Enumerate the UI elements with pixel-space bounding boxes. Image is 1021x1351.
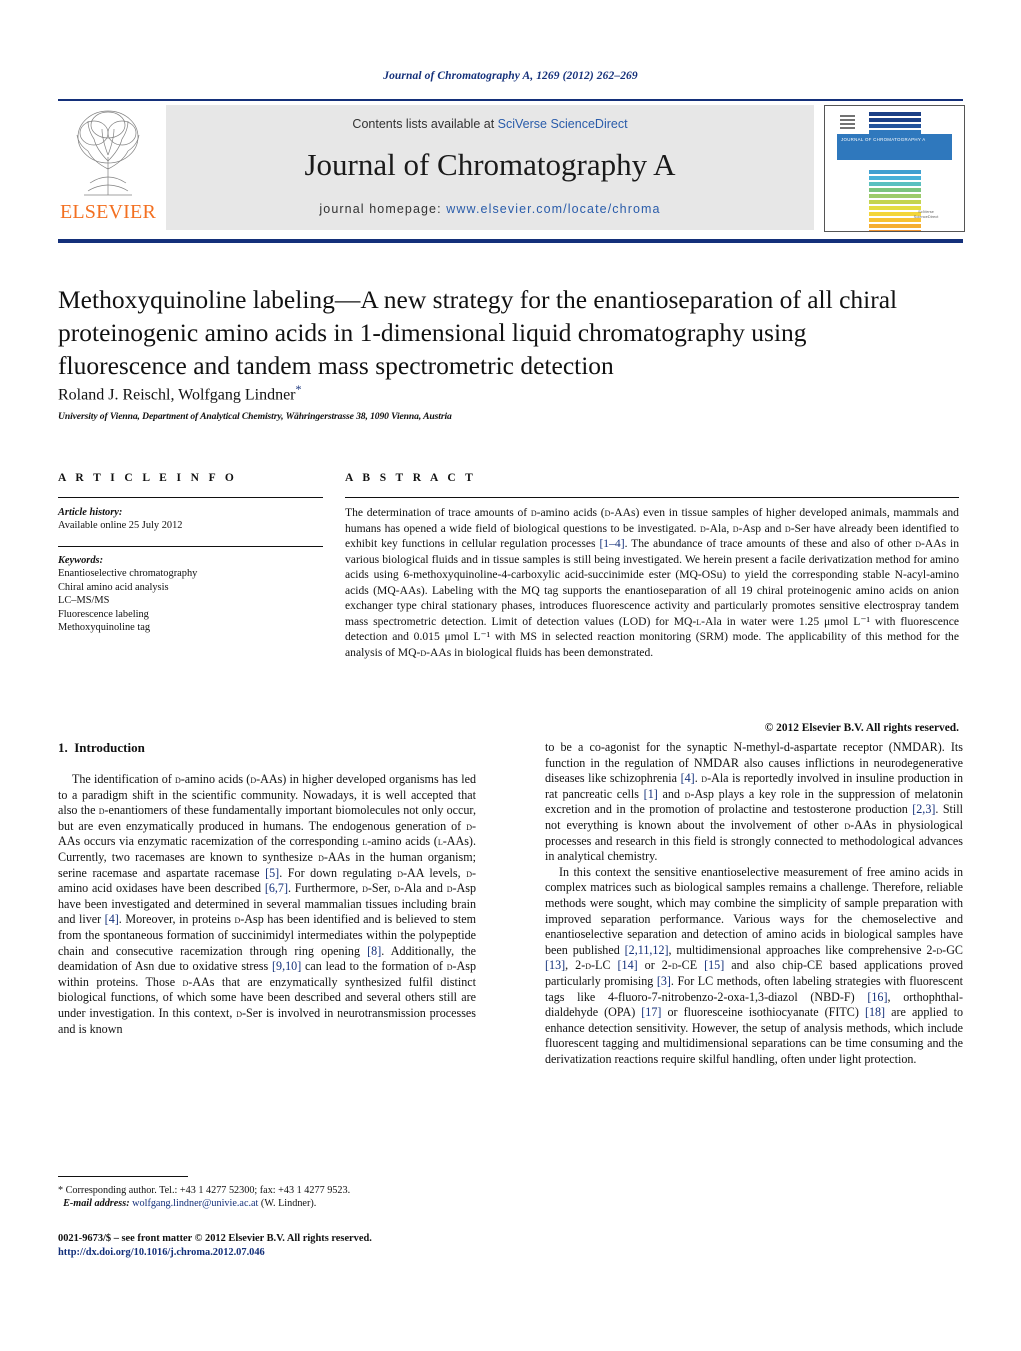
paragraph: to be a co-agonist for the synaptic N-me… xyxy=(545,740,964,864)
section-title: Introduction xyxy=(74,740,145,755)
keyword-item: Fluorescence labeling xyxy=(58,608,149,620)
abstract-rule xyxy=(345,497,959,499)
header-rule xyxy=(58,99,963,101)
journal-title: Journal of Chromatography A xyxy=(304,147,676,182)
email-label: E-mail address: xyxy=(63,1198,130,1210)
sciencedirect-link[interactable]: SciVerse ScienceDirect xyxy=(498,117,628,131)
keyword-item: Methoxyquinoline tag xyxy=(58,622,151,634)
keyword-item: LC–MS/MS xyxy=(58,595,110,607)
cover-footer-text: SciVerse ScienceDirect xyxy=(913,209,939,219)
citation-ref[interactable]: [1–4] xyxy=(599,537,624,550)
cover-barcode-icon xyxy=(840,114,855,129)
keywords-label: Keywords: xyxy=(58,555,104,566)
journal-cover-thumbnail[interactable]: JOURNAL OF CHROMATOGRAPHY A SciVerse Scie… xyxy=(824,105,965,232)
journal-masthead: ELSEVIER Contents lists available at Sci… xyxy=(58,105,965,232)
corresponding-author-marker: * xyxy=(295,382,302,396)
masthead-banner: Contents lists available at SciVerse Sci… xyxy=(166,105,814,230)
affiliation: University of Vienna, Department of Anal… xyxy=(58,411,452,422)
email-suffix: (W. Lindner). xyxy=(260,1198,317,1210)
abs-seg: -Ala, xyxy=(705,521,733,535)
article-history-value: Available online 25 July 2012 xyxy=(58,520,183,532)
body-column-right: to be a co-agonist for the synaptic N-me… xyxy=(545,740,963,1067)
article-info-heading: A R T I C L E I N F O xyxy=(58,472,238,484)
doi-link[interactable]: http://dx.doi.org/10.1016/j.chroma.2012.… xyxy=(58,1246,518,1260)
section-heading-introduction: 1. Introduction xyxy=(58,740,145,756)
body-column-left: The identification of d-amino acids (d-A… xyxy=(58,772,476,1037)
contents-prefix: Contents lists available at xyxy=(352,117,498,131)
article-history-block: Article history: Available online 25 Jul… xyxy=(58,506,323,533)
page-title: Methoxyquinoline labeling—A new strategy… xyxy=(58,285,898,380)
cover-title-text: JOURNAL OF CHROMATOGRAPHY A xyxy=(841,137,926,142)
corresponding-author-note: * Corresponding author. Tel.: +43 1 4277… xyxy=(58,1185,351,1196)
footnote-rule xyxy=(58,1176,188,1178)
author-names: Roland J. Reischl, Wolfgang Lindner xyxy=(58,386,296,404)
abs-seg: -amino acids ( xyxy=(536,506,605,519)
email-note: E-mail address: wolfgang.lindner@univie.… xyxy=(58,1197,476,1210)
article-page: Journal of Chromatography A, 1269 (2012)… xyxy=(0,0,1021,1351)
keyword-item: Enantioselective chromatography xyxy=(58,568,198,580)
email-link[interactable]: wolfgang.lindner@univie.ac.at xyxy=(132,1198,258,1209)
elsevier-tree-icon xyxy=(64,107,152,199)
section-number: 1. xyxy=(58,740,68,755)
keywords-block: Keywords: Enantioselective chromatograph… xyxy=(58,554,323,634)
elsevier-wordmark: ELSEVIER xyxy=(59,201,157,223)
abstract-text: The determination of trace amounts of d-… xyxy=(345,505,959,660)
paragraph: In this context the sensitive enantiosel… xyxy=(545,864,963,1066)
elsevier-logo: ELSEVIER xyxy=(58,105,158,230)
keyword-item: Chiral amino acid analysis xyxy=(58,581,169,593)
abs-seg: -Asp and xyxy=(738,521,785,535)
article-history-label: Article history: xyxy=(58,507,123,518)
abs-seg: The determination of trace amounts of xyxy=(345,506,531,519)
homepage-url[interactable]: www.elsevier.com/locate/chroma xyxy=(446,202,660,216)
cover-artwork: JOURNAL OF CHROMATOGRAPHY A SciVerse Scie… xyxy=(831,110,956,231)
abstract-heading: A B S T R A C T xyxy=(345,472,477,484)
issn-line: 0021-9673/$ – see front matter © 2012 El… xyxy=(58,1233,372,1244)
paragraph: The identification of d-amino acids (d-A… xyxy=(58,772,477,1036)
homepage-label: journal homepage: xyxy=(319,202,447,216)
footnote-block: * Corresponding author. Tel.: +43 1 4277… xyxy=(58,1184,476,1210)
abstract-copyright: © 2012 Elsevier B.V. All rights reserved… xyxy=(764,722,959,734)
author-list: Roland J. Reischl, Wolfgang Lindner* xyxy=(58,382,938,404)
article-info-rule-top xyxy=(58,497,323,499)
contents-line: Contents lists available at SciVerse Sci… xyxy=(166,117,814,131)
cover-title-band: JOURNAL OF CHROMATOGRAPHY A xyxy=(837,134,952,160)
article-info-rule-mid xyxy=(58,546,323,548)
journal-homepage-line: journal homepage: www.elsevier.com/locat… xyxy=(166,202,814,216)
masthead-bottom-rule xyxy=(58,239,963,243)
abs-seg: -AAs in biological fluids has been demon… xyxy=(426,645,654,659)
running-head: Journal of Chromatography A, 1269 (2012)… xyxy=(383,70,638,82)
abs-seg: . The abundance of trace amounts of thes… xyxy=(624,537,916,550)
issn-copyright-block: 0021-9673/$ – see front matter © 2012 El… xyxy=(58,1232,518,1259)
